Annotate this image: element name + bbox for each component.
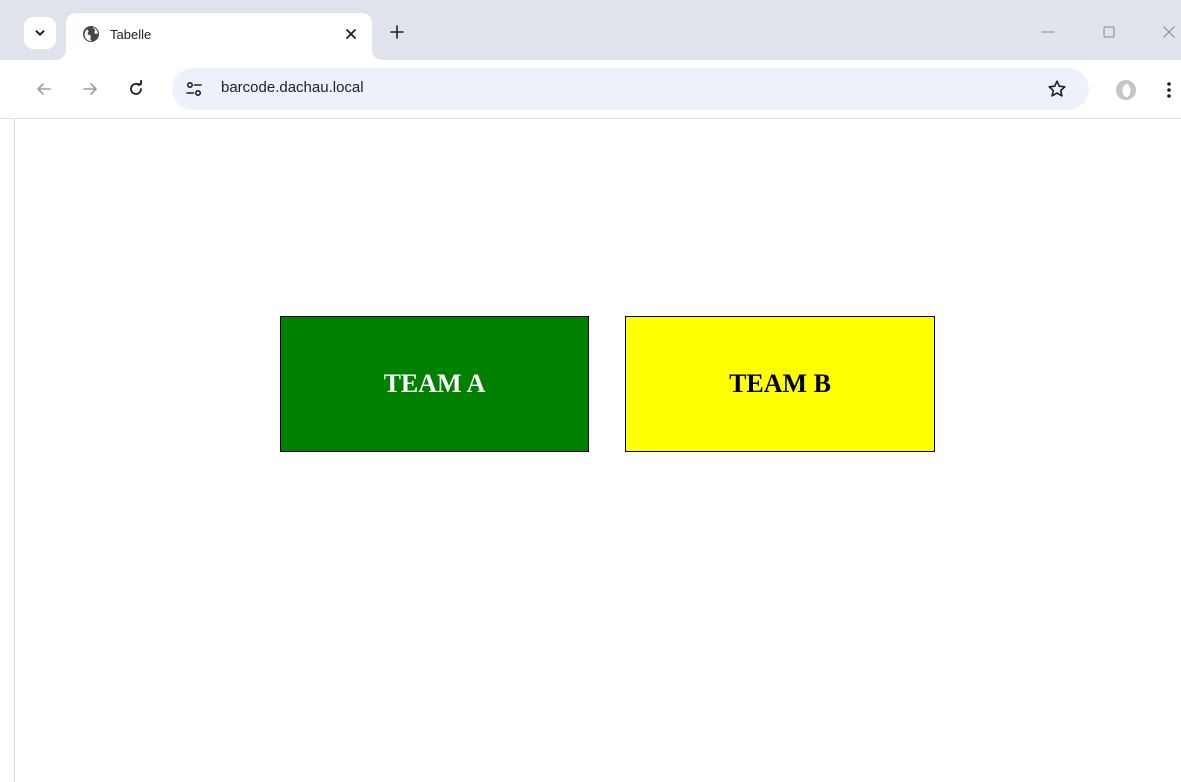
page-content: TEAM A TEAM B: [0, 119, 1181, 782]
browser-window: Tabelle barcode.dachau.local TEAM A TEAM…: [0, 0, 1181, 782]
maximize-button[interactable]: [1097, 20, 1121, 44]
url-text[interactable]: barcode.dachau.local: [221, 79, 364, 96]
team-a-label: TEAM A: [383, 369, 486, 398]
menu-button[interactable]: [1160, 78, 1178, 102]
close-icon: [1163, 26, 1175, 38]
team-a-button[interactable]: TEAM A: [280, 316, 589, 452]
tab-tabelle[interactable]: Tabelle: [66, 13, 372, 60]
minimize-icon: [1042, 31, 1054, 33]
site-info-button[interactable]: [182, 77, 206, 101]
window-close-button[interactable]: [1157, 20, 1181, 44]
profile-button[interactable]: [1114, 78, 1138, 102]
reload-icon: [130, 80, 142, 95]
plus-icon: [390, 25, 404, 39]
star-icon: [1048, 80, 1066, 97]
reload-button[interactable]: [124, 77, 148, 101]
team-b-button[interactable]: TEAM B: [625, 316, 935, 452]
tab-strip: Tabelle: [0, 0, 1181, 60]
minimize-button[interactable]: [1036, 20, 1060, 44]
tab-search-button[interactable]: [24, 17, 56, 49]
browser-toolbar: barcode.dachau.local: [0, 60, 1181, 119]
address-bar[interactable]: barcode.dachau.local: [172, 68, 1089, 110]
globe-icon: [83, 26, 99, 42]
team-b-label: TEAM B: [729, 369, 831, 398]
chevron-down-icon: [35, 30, 45, 36]
tab-title: Tabelle: [110, 27, 152, 42]
maximize-icon: [1103, 26, 1115, 38]
back-button[interactable]: [32, 77, 56, 101]
tune-icon: [186, 81, 202, 97]
new-tab-button[interactable]: [384, 19, 410, 45]
arrow-left-icon: [37, 83, 51, 95]
tab-close-button[interactable]: [342, 25, 360, 43]
bookmark-button[interactable]: [1045, 77, 1069, 101]
window-left-border: [14, 119, 15, 782]
close-icon: [346, 29, 356, 39]
more-vert-icon: [1167, 82, 1171, 98]
arrow-right-icon: [83, 83, 97, 95]
forward-button[interactable]: [78, 77, 102, 101]
profile-icon: [1116, 80, 1136, 100]
